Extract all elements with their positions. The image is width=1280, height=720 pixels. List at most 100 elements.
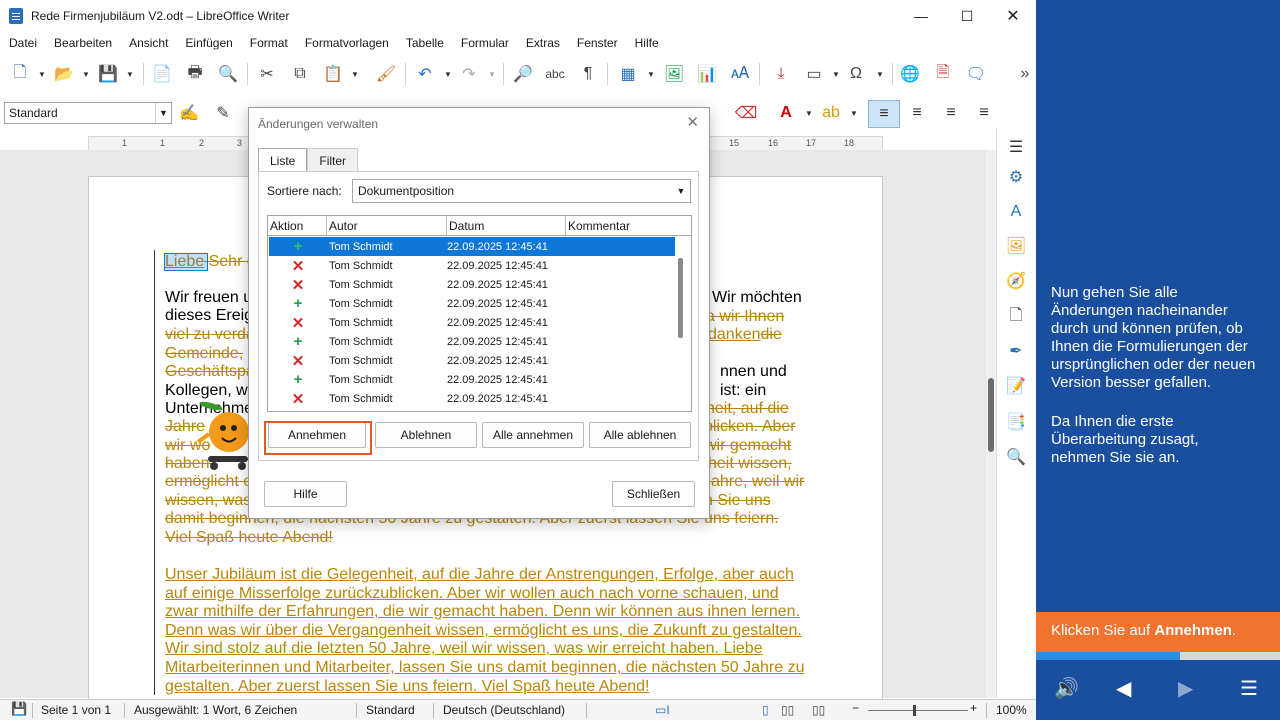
menu-hilfe[interactable]: Hilfe — [626, 36, 667, 50]
find-replace-icon[interactable]: 🔎 — [512, 63, 534, 85]
formatting-marks-icon[interactable]: ¶ — [577, 63, 599, 85]
help-button[interactable]: Hilfe — [264, 481, 347, 507]
reject-all-button[interactable]: Alle ablehnen — [589, 422, 691, 448]
chevron-down-icon[interactable]: ▼ — [876, 70, 884, 79]
redo-icon[interactable]: ↷ — [458, 63, 480, 85]
manage-changes-icon[interactable]: 📝 — [1005, 375, 1027, 397]
tab-filter[interactable]: Filter — [307, 148, 359, 172]
navigator-icon[interactable]: 🧭 — [1005, 270, 1027, 292]
single-page-view-icon[interactable]: ▯ — [762, 703, 769, 717]
page-style[interactable]: Standard — [366, 703, 415, 717]
menu-tabelle[interactable]: Tabelle — [397, 36, 452, 50]
zoom-slider[interactable] — [868, 710, 968, 711]
page-count[interactable]: Seite 1 von 1 — [41, 703, 111, 717]
list-scrollbar[interactable] — [678, 258, 683, 338]
highlight-color-icon[interactable]: ab — [820, 102, 842, 124]
chevron-down-icon[interactable]: ▼ — [805, 109, 813, 118]
chevron-down-icon[interactable]: ▼ — [444, 70, 452, 79]
chevron-down-icon[interactable]: ▼ — [351, 70, 359, 79]
zoom-out-icon[interactable]: − — [852, 701, 859, 715]
menu-bearbeiten[interactable]: Bearbeiten — [45, 36, 120, 50]
insert-field-icon[interactable]: ▭ — [803, 63, 825, 85]
insert-image-icon[interactable]: 🖼 — [663, 63, 685, 85]
reject-button[interactable]: Ablehnen — [375, 422, 477, 448]
multi-page-view-icon[interactable]: ▯▯ — [781, 703, 794, 717]
close-button[interactable]: Schließen — [612, 481, 695, 507]
scrollbar-thumb[interactable] — [988, 378, 994, 452]
hyperlink-icon[interactable]: 🌐 — [899, 63, 921, 85]
page-break-icon[interactable]: ⤓ — [770, 63, 792, 85]
font-color-icon[interactable]: A — [775, 102, 797, 124]
menu-format[interactable]: Format — [241, 36, 296, 50]
footnote-icon[interactable]: 🗎 — [932, 63, 954, 85]
menu-datei[interactable]: Datei — [0, 36, 45, 50]
clear-formatting-icon[interactable]: ⌫ — [735, 102, 758, 124]
minimize-button[interactable]: — — [898, 0, 944, 32]
accept-all-button[interactable]: Alle annehmen — [482, 422, 584, 448]
print-icon[interactable]: 🖶 — [184, 63, 206, 85]
insert-textbox-icon[interactable]: 🗚 — [729, 63, 751, 85]
print-preview-icon[interactable]: 🔍 — [217, 63, 239, 85]
insert-mode-icon[interactable]: ▭I — [655, 703, 670, 717]
save-icon[interactable]: 💾 — [97, 63, 119, 85]
book-view-icon[interactable]: ▯▯ — [812, 703, 825, 717]
align-center-icon[interactable]: ≡ — [906, 102, 928, 124]
column-header-autor[interactable]: Autor — [327, 216, 447, 235]
menu-ansicht[interactable]: Ansicht — [120, 36, 176, 50]
tab-liste[interactable]: Liste — [258, 148, 308, 172]
change-row[interactable]: ✕ Tom Schmidt 22.09.2025 12:45:41 — [269, 351, 675, 370]
justify-icon[interactable]: ≡ — [973, 102, 995, 124]
gallery-icon[interactable]: 🖼 — [1005, 235, 1027, 257]
more-tools-icon[interactable]: » — [1014, 63, 1036, 85]
page-icon[interactable]: 🗋 — [1005, 306, 1027, 328]
change-row[interactable]: + Tom Schmidt 22.09.2025 12:45:41 — [269, 294, 675, 313]
chevron-down-icon[interactable]: ▼ — [488, 70, 496, 79]
menu-extras[interactable]: Extras — [517, 36, 568, 50]
changes-list[interactable]: Aktion Autor Datum Kommentar + Tom Schmid… — [267, 215, 692, 412]
zoom-level[interactable]: 100% — [996, 703, 1027, 717]
column-header-kommentar[interactable]: Kommentar — [566, 216, 691, 235]
menu-einfügen[interactable]: Einfügen — [176, 36, 240, 50]
change-row[interactable]: ✕ Tom Schmidt 22.09.2025 12:45:41 — [269, 256, 675, 275]
zoom-in-icon[interactable]: + — [970, 701, 977, 715]
insert-table-icon[interactable]: ▦ — [617, 63, 639, 85]
export-pdf-icon[interactable]: 📄 — [151, 63, 173, 85]
update-style-icon[interactable]: ✍ — [178, 102, 200, 124]
previous-icon[interactable]: ◀ — [1116, 676, 1131, 701]
chevron-down-icon[interactable]: ▼ — [850, 109, 858, 118]
close-window-button[interactable]: ✕ — [990, 0, 1036, 32]
audio-icon[interactable]: 🔊 — [1054, 676, 1079, 701]
copy-icon[interactable]: ⧉ — [289, 63, 311, 85]
chevron-down-icon[interactable]: ▼ — [38, 70, 46, 79]
zoom-slider-handle[interactable] — [913, 705, 916, 716]
language[interactable]: Deutsch (Deutschland) — [443, 703, 565, 717]
align-left-icon[interactable]: ≡ — [868, 100, 900, 128]
maximize-button[interactable]: ☐ — [944, 0, 990, 32]
spelling-icon[interactable]: abc — [544, 63, 566, 85]
change-row[interactable]: + Tom Schmidt 22.09.2025 12:45:41 — [269, 237, 675, 256]
insert-chart-icon[interactable]: 📊 — [696, 63, 718, 85]
find-icon[interactable]: 🔍 — [1005, 446, 1027, 468]
column-header-datum[interactable]: Datum — [447, 216, 566, 235]
sidebar-menu-icon[interactable]: ☰ — [1005, 136, 1027, 158]
chevron-down-icon[interactable]: ▼ — [832, 70, 840, 79]
align-right-icon[interactable]: ≡ — [940, 102, 962, 124]
cut-icon[interactable]: ✂ — [256, 63, 278, 85]
properties-icon[interactable]: ⚙ — [1005, 166, 1027, 188]
sort-select[interactable]: Dokumentposition ▼ — [352, 179, 691, 203]
menu-formatvorlagen[interactable]: Formatvorlagen — [296, 36, 397, 50]
new-style-icon[interactable]: ✎ — [212, 102, 234, 124]
chevron-down-icon[interactable]: ▼ — [672, 180, 690, 202]
open-folder-icon[interactable]: 📂 — [53, 63, 75, 85]
new-document-icon[interactable]: 🗋 — [9, 63, 31, 85]
design-icon[interactable]: 📑 — [1005, 411, 1027, 433]
style-inspector-icon[interactable]: ✒ — [1005, 340, 1027, 362]
change-row[interactable]: + Tom Schmidt 22.09.2025 12:45:41 — [269, 332, 675, 351]
chevron-down-icon[interactable]: ▼ — [647, 70, 655, 79]
save-status-icon[interactable]: 💾 — [11, 701, 27, 717]
special-character-icon[interactable]: Ω — [845, 63, 867, 85]
close-icon[interactable]: ✕ — [686, 113, 699, 131]
change-row[interactable]: + Tom Schmidt 22.09.2025 12:45:41 — [269, 370, 675, 389]
change-row[interactable]: ✕ Tom Schmidt 22.09.2025 12:45:41 — [269, 389, 675, 408]
menu-icon[interactable]: ☰ — [1240, 676, 1258, 701]
